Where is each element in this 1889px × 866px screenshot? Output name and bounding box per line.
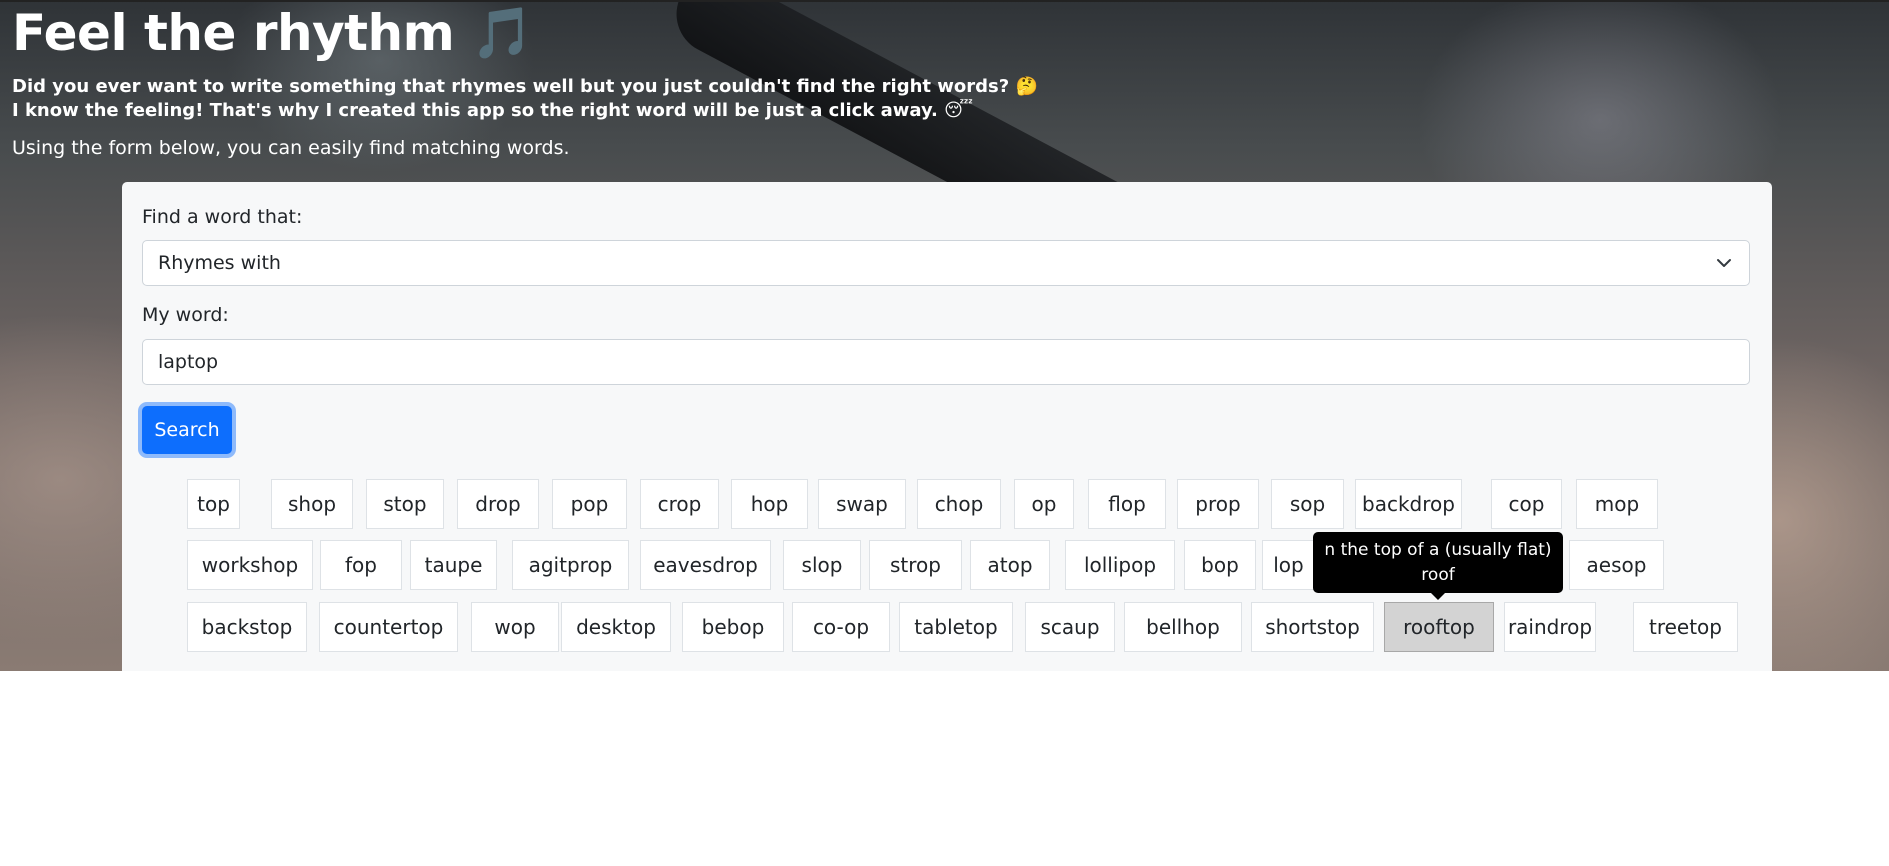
result-word-chip[interactable]: stop (366, 479, 444, 529)
mode-select-value: Rhymes with (158, 252, 281, 274)
result-word-chip[interactable]: chop (917, 479, 1001, 529)
result-word-chip[interactable]: top (187, 479, 240, 529)
result-word-chip[interactable]: prop (1177, 479, 1259, 529)
word-input[interactable] (142, 339, 1750, 385)
result-word-chip[interactable]: eavesdrop (640, 540, 771, 590)
result-word-chip[interactable]: bop (1184, 540, 1256, 590)
result-word-chip[interactable]: backstop (187, 602, 307, 652)
result-word-chip[interactable]: desktop (561, 602, 671, 652)
search-button[interactable]: Search (142, 406, 232, 454)
result-word-chip[interactable]: aesop (1569, 540, 1664, 590)
result-word-chip[interactable]: swap (818, 479, 906, 529)
result-word-chip[interactable]: bellhop (1124, 602, 1242, 652)
result-word-chip[interactable]: bebop (682, 602, 784, 652)
intro-line-1: Did you ever want to write something tha… (12, 76, 1038, 97)
tooltip-arrow (1431, 593, 1445, 600)
result-word-chip[interactable]: flop (1088, 479, 1166, 529)
result-word-chip[interactable]: sop (1271, 479, 1344, 529)
result-word-chip[interactable]: op (1014, 479, 1074, 529)
result-word-chip[interactable]: backdrop (1355, 479, 1462, 529)
result-word-chip[interactable]: drop (457, 479, 539, 529)
result-word-chip[interactable]: pop (552, 479, 627, 529)
result-word-chip[interactable]: taupe (410, 540, 497, 590)
tooltip-line-1: n the top of a (usually flat) (1324, 540, 1552, 560)
result-word-chip[interactable]: shortstop (1251, 602, 1374, 652)
result-word-chip[interactable]: shop (271, 479, 353, 529)
result-word-chip[interactable]: lollipop (1065, 540, 1175, 590)
result-word-chip[interactable]: tabletop (899, 602, 1013, 652)
intro-line-3: Using the form below, you can easily fin… (12, 137, 570, 159)
intro-line-2: I know the feeling! That's why I created… (12, 100, 973, 121)
word-definition-tooltip: n the top of a (usually flat) roof (1313, 532, 1563, 593)
top-border (0, 0, 1889, 2)
mode-select[interactable]: Rhymes with (142, 240, 1750, 286)
result-word-chip[interactable]: hop (731, 479, 808, 529)
result-word-chip[interactable]: mop (1576, 479, 1658, 529)
chevron-down-icon (1717, 259, 1731, 267)
tooltip-line-2: roof (1421, 565, 1455, 585)
result-word-chip[interactable]: crop (640, 479, 719, 529)
result-word-chip[interactable]: treetop (1633, 602, 1738, 652)
result-word-chip[interactable]: fop (320, 540, 402, 590)
page-title: Feel the rhythm 🎵 (12, 4, 533, 62)
page-viewport: Feel the rhythm 🎵 Did you ever want to w… (0, 0, 1889, 671)
result-word-chip[interactable]: workshop (187, 540, 313, 590)
result-word-chip[interactable]: raindrop (1504, 602, 1596, 652)
result-word-chip[interactable]: lop (1262, 540, 1315, 590)
result-word-chip[interactable]: cop (1491, 479, 1562, 529)
find-word-label: Find a word that: (142, 206, 303, 228)
result-word-chip[interactable]: countertop (319, 602, 458, 652)
result-word-chip[interactable]: co-op (792, 602, 890, 652)
result-word-chip[interactable]: atop (970, 540, 1050, 590)
search-form-card: Find a word that: Rhymes with My word: S… (122, 182, 1772, 671)
my-word-label: My word: (142, 304, 229, 326)
result-word-chip[interactable]: scaup (1025, 602, 1115, 652)
result-word-chip[interactable]: agitprop (512, 540, 629, 590)
result-word-chip[interactable]: rooftop (1384, 602, 1494, 652)
result-word-chip[interactable]: strop (869, 540, 962, 590)
result-word-chip[interactable]: wop (471, 602, 559, 652)
result-word-chip[interactable]: slop (783, 540, 861, 590)
